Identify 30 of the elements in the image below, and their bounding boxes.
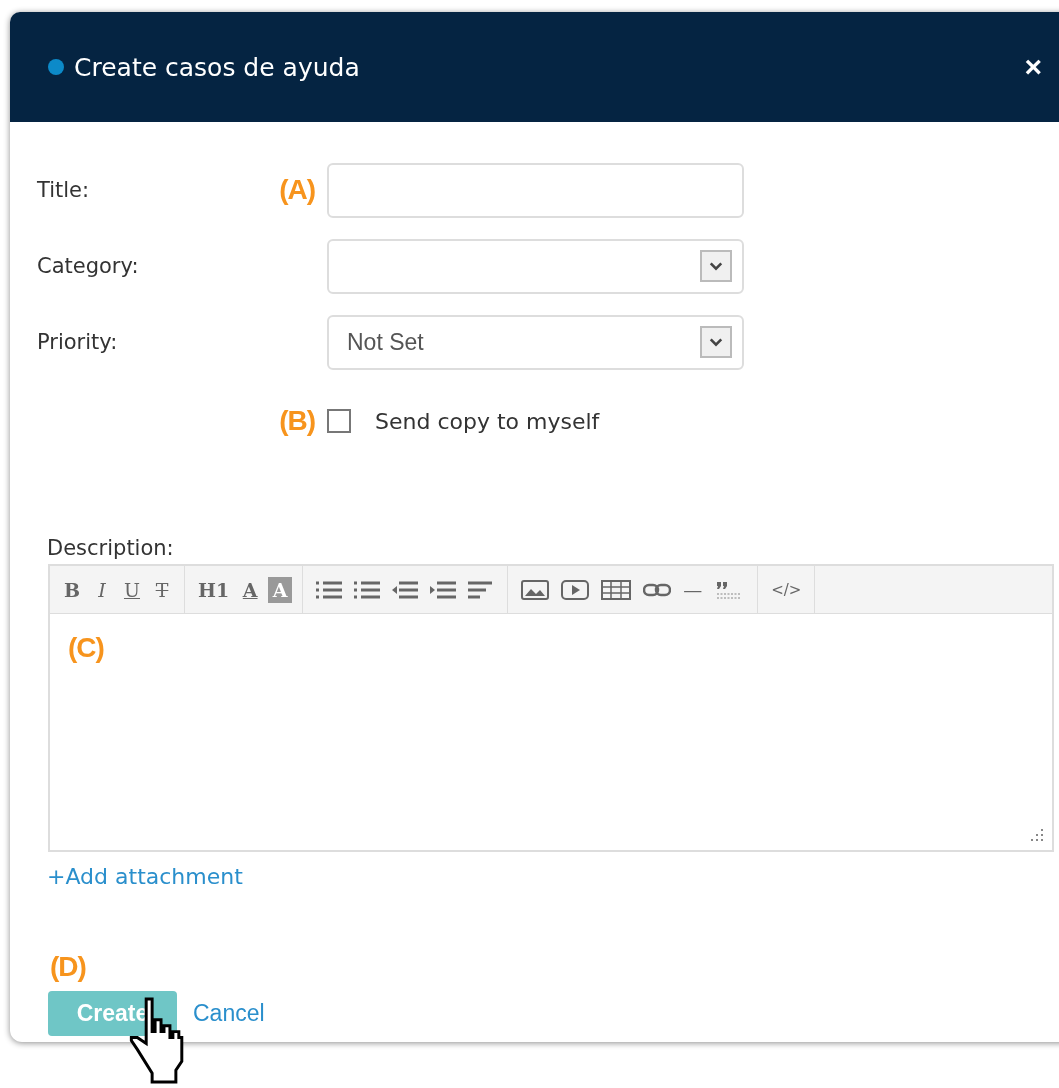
bg-color-button[interactable]: A — [268, 576, 293, 603]
font-color-button[interactable]: A — [238, 576, 263, 603]
callout-marker: (A) — [279, 174, 315, 206]
close-button[interactable]: × — [1024, 50, 1042, 84]
code-button[interactable]: </> — [768, 576, 805, 603]
callout-marker: (B) — [279, 405, 315, 437]
select-field[interactable] — [327, 238, 744, 294]
checkbox-label: Send copy to myself — [375, 408, 600, 434]
bold-button[interactable]: B — [60, 576, 84, 603]
field-label: Title: — [37, 178, 91, 202]
select-field[interactable]: Not Set — [327, 314, 744, 370]
field-label: Category: — [37, 254, 140, 278]
callout-marker: (D) — [50, 951, 86, 983]
dialog-title: Create casos de ayuda — [74, 52, 361, 82]
strike-button[interactable]: T — [150, 576, 174, 603]
dot-icon — [48, 59, 64, 75]
underline-button[interactable]: U — [120, 576, 144, 603]
checkbox[interactable] — [327, 409, 351, 433]
dropdown-icon — [700, 326, 732, 358]
heading-button[interactable]: H1 — [195, 576, 233, 603]
cancel-link[interactable]: Cancel — [193, 1000, 265, 1027]
callout-marker: (C) — [68, 632, 104, 663]
field-label: Priority: — [37, 330, 119, 354]
field-label: Description: — [47, 536, 175, 560]
add-attachment-link[interactable]: +Add attachment — [47, 864, 243, 889]
rule-button[interactable]: — — [680, 576, 706, 603]
italic-button[interactable]: I — [90, 576, 114, 603]
input-field[interactable] — [327, 162, 744, 218]
resize-handle-icon[interactable] — [1030, 828, 1044, 842]
dropdown-icon — [700, 250, 732, 282]
